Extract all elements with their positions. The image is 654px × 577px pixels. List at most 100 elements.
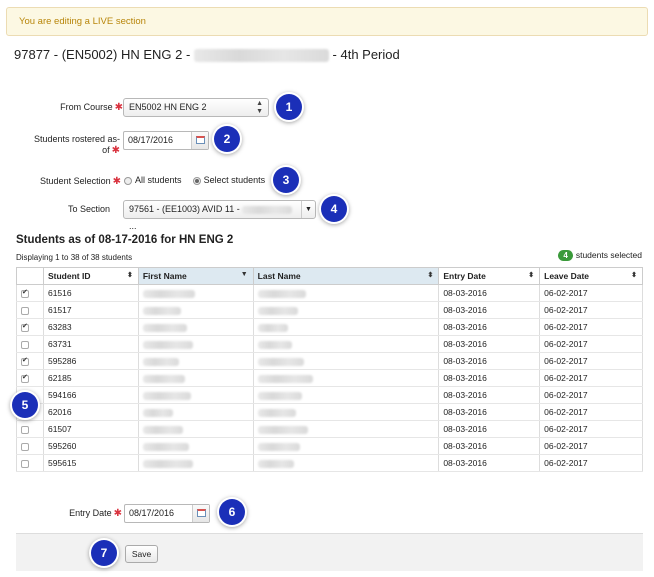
table-row[interactable]: 63731 08-03-2016 06-02-2017 bbox=[16, 335, 643, 353]
redacted-first-name bbox=[142, 442, 189, 451]
sort-icon: ⬍ bbox=[631, 272, 637, 279]
student-id-cell: 63731 bbox=[42, 335, 139, 353]
all-students-radio[interactable] bbox=[124, 176, 132, 185]
col-student-id[interactable]: Student ID ⬍ bbox=[42, 267, 139, 285]
leave-date-cell: 06-02-2017 bbox=[539, 335, 643, 353]
redacted-first-name bbox=[142, 459, 193, 468]
student-selection-label: Student Selection ✱ bbox=[40, 176, 121, 187]
redacted-last-name bbox=[257, 459, 294, 468]
student-id-cell: 595615 bbox=[42, 454, 139, 472]
calendar-icon[interactable] bbox=[192, 505, 209, 522]
sort-icon: ⬍ bbox=[427, 272, 434, 279]
row-select-cell[interactable] bbox=[16, 335, 44, 353]
redacted-last-name bbox=[257, 323, 288, 332]
sort-desc-icon: ▼ bbox=[240, 271, 248, 278]
table-row[interactable]: 63283 08-03-201606-02-2017 bbox=[16, 318, 643, 336]
table-row[interactable]: 595260 08-03-2016 06-02-2017 bbox=[16, 437, 643, 455]
leave-date-cell: 06-02-2017 bbox=[539, 386, 643, 404]
table-row[interactable]: 61517 08-03-2016 06-02-2017 bbox=[16, 301, 643, 319]
sort-icon: ⬍ bbox=[126, 272, 133, 279]
rostered-as-of-label: Students rostered as- of ✱ bbox=[33, 134, 120, 156]
redacted-first-name bbox=[142, 408, 173, 417]
table-row[interactable]: 594166 08-03-2016 06-02-2017 bbox=[16, 386, 643, 404]
save-button[interactable]: Save bbox=[125, 545, 158, 563]
redacted-last-name bbox=[257, 442, 300, 451]
select-students-label[interactable]: Select students bbox=[204, 175, 266, 185]
last-name-cell bbox=[252, 335, 440, 353]
dropdown-arrow-icon: ▼ bbox=[301, 201, 315, 218]
last-name-cell bbox=[252, 352, 440, 370]
row-checkbox[interactable] bbox=[21, 340, 29, 349]
row-checkbox[interactable] bbox=[21, 356, 29, 366]
callout-4: 4 bbox=[321, 196, 347, 222]
redacted-first-name bbox=[142, 323, 187, 332]
leave-date-cell: 06-02-2017 bbox=[539, 284, 643, 302]
entry-date-cell: 08-03-2016 bbox=[438, 284, 541, 302]
row-checkbox[interactable] bbox=[21, 425, 29, 434]
row-checkbox[interactable] bbox=[21, 459, 29, 468]
student-selection-options: All students Select students bbox=[124, 175, 265, 185]
display-count: Displaying 1 to 38 of 38 students bbox=[16, 253, 133, 262]
row-checkbox[interactable] bbox=[21, 288, 29, 298]
calendar-icon[interactable] bbox=[191, 132, 208, 149]
page-title-prefix: 97877 - (EN5002) HN ENG 2 - bbox=[14, 47, 194, 62]
callout-1: 1 bbox=[276, 94, 302, 120]
table-row[interactable]: 62185 08-03-201606-02-2017 bbox=[16, 369, 643, 387]
first-name-cell bbox=[137, 437, 254, 455]
from-course-label: From Course ✱ bbox=[60, 102, 123, 113]
col-leave-date[interactable]: Leave Date ⬍ bbox=[539, 267, 643, 285]
entry-date-cell: 08-03-2016 bbox=[438, 437, 541, 455]
leave-date-cell: 06-02-2017 bbox=[539, 454, 643, 472]
first-name-cell bbox=[137, 301, 254, 319]
first-name-cell bbox=[137, 318, 254, 336]
row-select-cell[interactable] bbox=[16, 420, 44, 438]
table-row[interactable]: 595615 08-03-2016 06-02-2017 bbox=[16, 454, 643, 472]
row-select-cell[interactable] bbox=[16, 454, 44, 472]
entry-date-cell: 08-03-2016 bbox=[438, 352, 541, 370]
required-icon: ✱ bbox=[112, 176, 121, 187]
col-last-name[interactable]: Last Name ⬍ bbox=[252, 267, 440, 285]
row-select-cell[interactable] bbox=[16, 318, 44, 336]
select-students-radio[interactable] bbox=[192, 176, 201, 185]
redacted-last-name bbox=[257, 391, 302, 400]
select-arrows-icon: ▲ ▼ bbox=[256, 100, 263, 115]
col-entry-date[interactable]: Entry Date ⬍ bbox=[438, 267, 541, 285]
required-icon: ✱ bbox=[111, 145, 120, 156]
row-select-cell[interactable] bbox=[16, 301, 44, 319]
from-course-select[interactable]: EN5002 HN ENG 2 ▲ ▼ bbox=[123, 98, 269, 117]
entry-date-cell: 08-03-2016 bbox=[438, 318, 541, 336]
entry-date-input[interactable]: 08/17/2016 bbox=[124, 504, 210, 523]
row-select-cell[interactable] bbox=[16, 369, 44, 387]
row-select-cell[interactable] bbox=[16, 352, 44, 370]
redacted-first-name bbox=[142, 425, 183, 434]
redacted-first-name bbox=[142, 289, 195, 298]
redacted-last-name bbox=[257, 306, 298, 315]
redacted-last-name bbox=[257, 425, 308, 434]
all-students-label[interactable]: All students bbox=[135, 175, 182, 185]
row-checkbox[interactable] bbox=[21, 306, 29, 315]
table-row[interactable]: 595286 08-03-201606-02-2017 bbox=[16, 352, 643, 370]
row-checkbox[interactable] bbox=[21, 373, 29, 383]
student-id-cell: 63283 bbox=[42, 318, 139, 336]
leave-date-cell: 06-02-2017 bbox=[539, 352, 643, 370]
table-header-row: Student ID ⬍ First Name ▼ Last Name ⬍ Entry… bbox=[16, 267, 643, 285]
callout-2: 2 bbox=[214, 126, 240, 152]
rostered-date-input[interactable]: 08/17/2016 bbox=[123, 131, 209, 150]
required-icon: ✱ bbox=[113, 508, 122, 519]
last-name-cell bbox=[252, 454, 440, 472]
callout-5: 5 bbox=[12, 392, 38, 418]
table-row[interactable]: 62016 08-03-2016 06-02-2017 bbox=[16, 403, 643, 421]
student-id-cell: 62185 bbox=[42, 369, 139, 387]
first-name-cell bbox=[137, 403, 254, 421]
student-id-cell: 62016 bbox=[42, 403, 139, 421]
entry-date-cell: 08-03-2016 bbox=[438, 301, 541, 319]
to-section-select[interactable]: 97561 - (EE1003) AVID 11 - ... ▼ bbox=[123, 200, 316, 231]
col-first-name[interactable]: First Name ▼ bbox=[137, 267, 254, 285]
last-name-cell bbox=[252, 437, 440, 455]
table-row[interactable]: 61507 08-03-2016 06-02-2017 bbox=[16, 420, 643, 438]
row-select-cell[interactable] bbox=[16, 437, 44, 455]
row-checkbox[interactable] bbox=[21, 442, 29, 451]
row-checkbox[interactable] bbox=[21, 322, 29, 332]
row-select-cell[interactable] bbox=[16, 284, 44, 302]
table-row[interactable]: 61516 08-03-201606-02-2017 bbox=[16, 284, 643, 302]
